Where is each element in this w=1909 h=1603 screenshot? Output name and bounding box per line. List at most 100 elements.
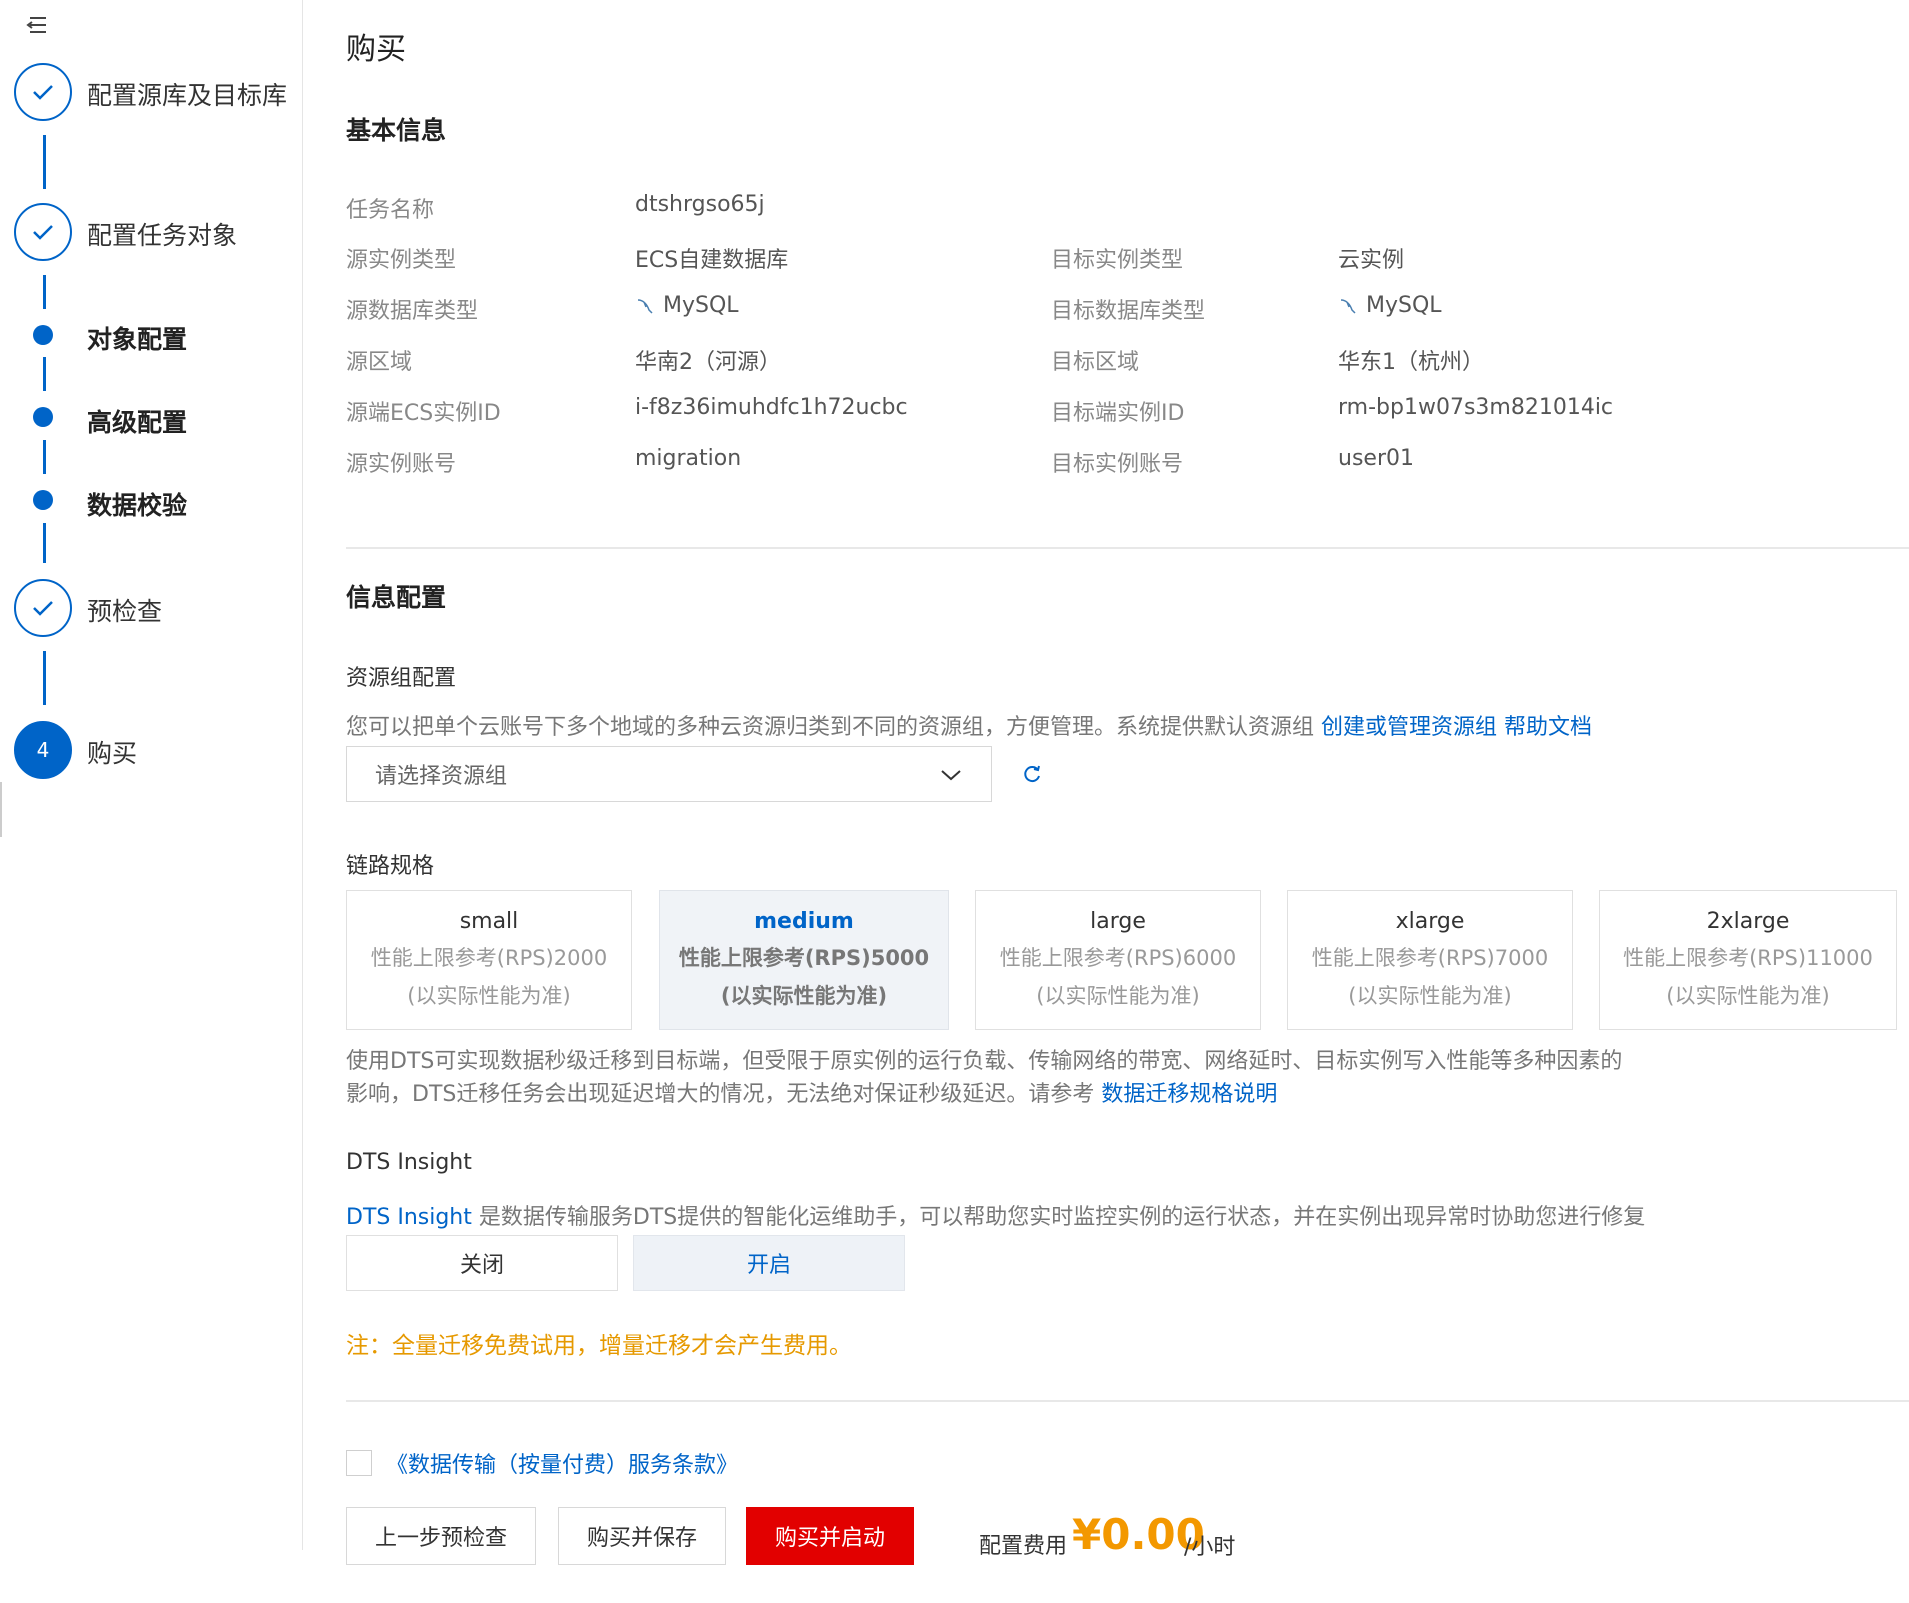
step-2-check <box>14 203 72 261</box>
step-connector <box>43 135 46 189</box>
spec-option-medium[interactable]: medium 性能上限参考(RPS)5000 (以实际性能为准) <box>659 890 949 1030</box>
insight-title: DTS Insight <box>346 1150 472 1175</box>
substep-advanced-config[interactable]: 高级配置 <box>87 403 187 439</box>
substep-dot <box>33 490 53 510</box>
section-divider <box>346 547 1909 549</box>
spec-rps: 性能上限参考(RPS)11000 <box>1623 946 1873 970</box>
step-connector <box>43 523 46 563</box>
src-instance-id-value: i-f8z36imuhdfc1h72ucbc <box>635 395 908 420</box>
config-title: 信息配置 <box>346 583 447 612</box>
src-region-label: 源区域 <box>346 350 413 375</box>
step-1-label[interactable]: 配置源库及目标库 <box>87 76 287 112</box>
resource-group-placeholder: 请选择资源组 <box>375 764 508 789</box>
resource-group-desc: 您可以把单个云账号下多个地域的多种云资源归类到不同的资源组，方便管理。系统提供默… <box>346 709 1592 741</box>
step-2-label[interactable]: 配置任务对象 <box>87 216 237 252</box>
spec-note: (以实际性能为准) <box>720 984 888 1008</box>
task-name-label: 任务名称 <box>346 198 435 223</box>
substep-data-verify[interactable]: 数据校验 <box>87 486 187 522</box>
spec-note: (以实际性能为准) <box>1348 984 1512 1008</box>
step-sidebar: 配置源库及目标库 配置任务对象 对象配置 高级配置 数据校验 预检查 4 购买 <box>0 0 303 1550</box>
buy-save-button[interactable]: 购买并保存 <box>558 1507 726 1565</box>
terms-checkbox[interactable] <box>346 1450 372 1476</box>
back-precheck-button[interactable]: 上一步预检查 <box>346 1507 536 1565</box>
mysql-icon <box>1340 298 1356 314</box>
check-icon <box>33 85 53 100</box>
spec-option-2xlarge[interactable]: 2xlarge 性能上限参考(RPS)11000 (以实际性能为准) <box>1599 890 1897 1030</box>
spec-desc-text: 影响，DTS迁移任务会出现延迟增大的情况，无法绝对保证秒级延迟。请参考 <box>346 1082 1095 1107</box>
spec-rps: 性能上限参考(RPS)5000 <box>678 946 930 970</box>
spec-note: (以实际性能为准) <box>407 984 571 1008</box>
spec-doc-link[interactable]: 数据迁移规格说明 <box>1101 1082 1277 1107</box>
sidebar-edge <box>0 782 2 837</box>
spec-name: xlarge <box>1395 909 1465 934</box>
dst-instance-id-value: rm-bp1w07s3m821014ic <box>1338 395 1614 420</box>
insight-off-button[interactable]: 关闭 <box>346 1235 618 1291</box>
src-db-type-text: MySQL <box>663 293 739 318</box>
insight-on-button[interactable]: 开启 <box>633 1235 905 1291</box>
dst-instance-type-value: 云实例 <box>1338 248 1405 273</box>
step-4-label[interactable]: 购买 <box>87 734 137 770</box>
spec-desc-line-1: 使用DTS可实现数据秒级迁移到目标端，但受限于原实例的运行负载、传输网络的带宽、… <box>346 1049 1623 1074</box>
src-instance-id-label: 源端ECS实例ID <box>346 401 501 426</box>
dst-instance-type-label: 目标实例类型 <box>1051 248 1184 273</box>
manage-resource-group-link[interactable]: 创建或管理资源组 <box>1321 715 1497 740</box>
dst-region-label: 目标区域 <box>1051 350 1140 375</box>
insight-link[interactable]: DTS Insight <box>346 1205 472 1230</box>
step-connector <box>43 440 46 474</box>
dst-db-type-value: MySQL <box>1338 293 1442 318</box>
step-4-number: 4 <box>14 721 72 779</box>
substep-dot <box>33 325 53 345</box>
terms-link[interactable]: 《数据传输（按量付费）服务条款》 <box>386 1447 738 1479</box>
spec-title: 链路规格 <box>346 854 435 879</box>
spec-note: (以实际性能为准) <box>1036 984 1200 1008</box>
chevron-down-icon <box>941 770 961 781</box>
dst-region-value: 华东1（杭州） <box>1338 350 1484 375</box>
cost-unit: /小时 <box>1184 1535 1236 1560</box>
step-1-check <box>14 63 72 121</box>
dst-db-type-label: 目标数据库类型 <box>1051 299 1206 324</box>
spec-rps: 性能上限参考(RPS)7000 <box>1311 946 1549 970</box>
spec-name: 2xlarge <box>1706 909 1790 934</box>
spec-option-large[interactable]: large 性能上限参考(RPS)6000 (以实际性能为准) <box>975 890 1261 1030</box>
check-icon <box>33 601 53 616</box>
src-instance-type-label: 源实例类型 <box>346 248 457 273</box>
help-doc-link[interactable]: 帮助文档 <box>1504 715 1592 740</box>
dst-instance-id-label: 目标端实例ID <box>1051 401 1185 426</box>
spec-note: (以实际性能为准) <box>1666 984 1830 1008</box>
mysql-icon <box>637 298 653 314</box>
insight-desc: DTS Insight 是数据传输服务DTS提供的智能化运维助手，可以帮助您实时… <box>346 1199 1645 1231</box>
src-account-label: 源实例账号 <box>346 452 457 477</box>
step-connector <box>43 275 46 309</box>
substep-object-config[interactable]: 对象配置 <box>87 320 187 356</box>
basic-info-title: 基本信息 <box>346 116 447 145</box>
src-db-type-label: 源数据库类型 <box>346 299 479 324</box>
buy-start-button[interactable]: 购买并启动 <box>746 1507 914 1565</box>
page-title: 购买 <box>346 32 406 67</box>
insight-desc-text: 是数据传输服务DTS提供的智能化运维助手，可以帮助您实时监控实例的运行状态，并在… <box>471 1205 1646 1230</box>
substep-dot <box>33 407 53 427</box>
section-divider <box>346 1400 1909 1402</box>
task-name-value: dtshrgso65j <box>635 192 765 217</box>
src-account-value: migration <box>635 446 742 471</box>
spec-rps: 性能上限参考(RPS)2000 <box>370 946 608 970</box>
resource-group-select[interactable]: 请选择资源组 <box>346 746 992 802</box>
step-3-check <box>14 579 72 637</box>
spec-option-small[interactable]: small 性能上限参考(RPS)2000 (以实际性能为准) <box>346 890 632 1030</box>
src-db-type-value: MySQL <box>635 293 739 318</box>
step-connector <box>43 357 46 391</box>
src-instance-type-value: ECS自建数据库 <box>635 248 789 273</box>
dst-account-value: user01 <box>1338 446 1414 471</box>
refresh-icon[interactable] <box>1020 762 1044 786</box>
cost-label: 配置费用 <box>979 1534 1068 1559</box>
dst-account-label: 目标实例账号 <box>1051 452 1184 477</box>
resource-group-desc-text: 您可以把单个云账号下多个地域的多种云资源归类到不同的资源组，方便管理。系统提供默… <box>346 715 1315 740</box>
collapse-sidebar-icon[interactable] <box>24 14 50 36</box>
step-connector <box>43 651 46 705</box>
billing-note: 注：全量迁移免费试用，增量迁移才会产生费用。 <box>346 1333 852 1359</box>
dst-db-type-text: MySQL <box>1366 293 1442 318</box>
check-icon <box>33 225 53 240</box>
spec-name: medium <box>754 909 854 934</box>
spec-option-xlarge[interactable]: xlarge 性能上限参考(RPS)7000 (以实际性能为准) <box>1287 890 1573 1030</box>
resource-group-title: 资源组配置 <box>346 666 457 691</box>
step-3-label[interactable]: 预检查 <box>87 592 162 628</box>
